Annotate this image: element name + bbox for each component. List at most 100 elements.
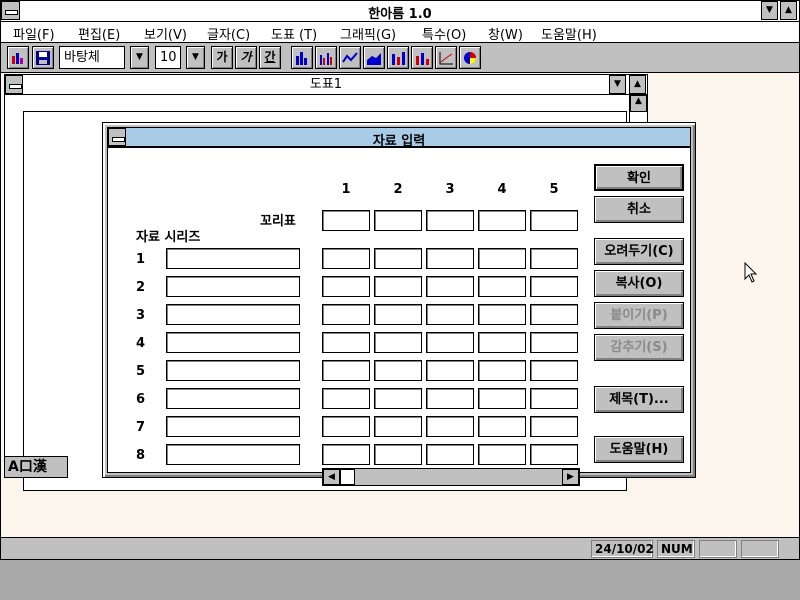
xy-chart-icon[interactable] [435,46,457,69]
data-cell[interactable] [426,332,474,353]
data-cell[interactable] [322,276,370,297]
header-cell-3[interactable] [426,210,474,231]
data-cell[interactable] [426,248,474,269]
data-cell[interactable] [478,304,526,325]
app-title: 한아름 1.0 [368,7,432,22]
menu-help[interactable]: 도움말(H) [541,24,597,43]
menu-file[interactable]: 파일(F) [13,24,55,43]
doc-minimize-button[interactable]: ▼ [609,75,626,94]
menu-graphic[interactable]: 그래픽(G) [340,24,396,43]
bold-button[interactable]: 가 [211,46,233,69]
scroll-up-icon[interactable]: ▲ [630,95,647,112]
data-cell[interactable] [530,360,578,381]
series-name-field-5[interactable] [166,360,300,381]
font-size-select[interactable]: 10 [155,46,181,69]
series-name-field-7[interactable] [166,416,300,437]
series-name-field-2[interactable] [166,276,300,297]
series-name-field-3[interactable] [166,304,300,325]
line-chart-icon[interactable] [339,46,361,69]
pie-chart-icon[interactable] [459,46,481,69]
size-dropdown-icon[interactable]: ▼ [186,46,205,69]
data-cell[interactable] [478,416,526,437]
help-button[interactable]: 도움말(H) [594,436,684,463]
data-cell[interactable] [426,444,474,465]
data-cell[interactable] [374,416,422,437]
menu-chart[interactable]: 도표 (T) [271,24,317,43]
data-cell[interactable] [478,332,526,353]
data-cell[interactable] [426,304,474,325]
font-select[interactable]: 바탕체 [59,46,125,69]
hide-button[interactable]: 감추기(S) [594,334,684,361]
data-cell[interactable] [322,416,370,437]
scroll-thumb[interactable] [340,469,355,485]
data-cell[interactable] [478,248,526,269]
stacked-bar-chart-icon[interactable] [387,46,409,69]
data-cell[interactable] [426,360,474,381]
data-cell[interactable] [322,444,370,465]
data-cell[interactable] [478,360,526,381]
ok-button[interactable]: 확인 [594,164,684,191]
data-cell[interactable] [322,388,370,409]
data-cell[interactable] [530,276,578,297]
font-dropdown-icon[interactable]: ▼ [130,46,149,69]
copy-button[interactable]: 복사(O) [594,270,684,297]
italic-button[interactable]: 가 [235,46,257,69]
menu-window[interactable]: 창(W) [488,24,523,43]
grouped-bar-chart-icon[interactable] [315,46,337,69]
data-cell[interactable] [374,276,422,297]
series-name-field-8[interactable] [166,444,300,465]
data-cell[interactable] [426,416,474,437]
header-cell-1[interactable] [322,210,370,231]
doc-maximize-button[interactable]: ▲ [629,75,646,94]
series-name-field-6[interactable] [166,388,300,409]
ime-indicator[interactable]: A口漢 [4,456,68,478]
data-cell[interactable] [322,332,370,353]
data-cell[interactable] [374,248,422,269]
data-cell[interactable] [530,388,578,409]
header-cell-5[interactable] [530,210,578,231]
underline-button[interactable]: 간 [259,46,281,69]
data-cell[interactable] [530,444,578,465]
series-name-field-1[interactable] [166,248,300,269]
paste-button[interactable]: 붙이기(P) [594,302,684,329]
series-name-field-4[interactable] [166,332,300,353]
menu-view[interactable]: 보기(V) [144,24,187,43]
menu-char[interactable]: 글자(C) [207,24,250,43]
data-cell[interactable] [374,388,422,409]
header-cell-2[interactable] [374,210,422,231]
chart-icon[interactable] [7,46,29,69]
data-cell[interactable] [478,444,526,465]
data-cell[interactable] [374,444,422,465]
data-cell[interactable] [478,276,526,297]
cut-button[interactable]: 오려두기(C) [594,238,684,265]
area-chart-icon[interactable] [363,46,385,69]
data-cell[interactable] [426,276,474,297]
data-cell[interactable] [374,332,422,353]
save-icon[interactable] [32,46,54,69]
minimize-button[interactable]: ▼ [761,1,778,20]
doc-system-menu-button[interactable] [5,75,23,94]
data-cell[interactable] [426,388,474,409]
data-cell[interactable] [322,248,370,269]
data-cell[interactable] [530,304,578,325]
horizontal-scrollbar[interactable]: ◀ ▶ [322,468,580,486]
maximize-button[interactable]: ▲ [780,1,797,20]
menu-special[interactable]: 특수(O) [422,24,466,43]
bar-chart-icon[interactable] [291,46,313,69]
scroll-left-icon[interactable]: ◀ [323,469,340,485]
data-entry-dialog: 자료 입력 1 2 3 4 5 꼬리표 자료 시리즈 1 2 3 4 5 6 7… [102,122,696,486]
titles-button[interactable]: 제목(T)... [594,386,684,413]
data-cell[interactable] [530,248,578,269]
data-cell[interactable] [374,360,422,381]
data-cell[interactable] [322,304,370,325]
3d-bar-chart-icon[interactable] [411,46,433,69]
menu-edit[interactable]: 편집(E) [78,24,120,43]
data-cell[interactable] [530,332,578,353]
data-cell[interactable] [322,360,370,381]
header-cell-4[interactable] [478,210,526,231]
data-cell[interactable] [374,304,422,325]
scroll-right-icon[interactable]: ▶ [562,469,579,485]
cancel-button[interactable]: 취소 [594,196,684,223]
data-cell[interactable] [478,388,526,409]
data-cell[interactable] [530,416,578,437]
